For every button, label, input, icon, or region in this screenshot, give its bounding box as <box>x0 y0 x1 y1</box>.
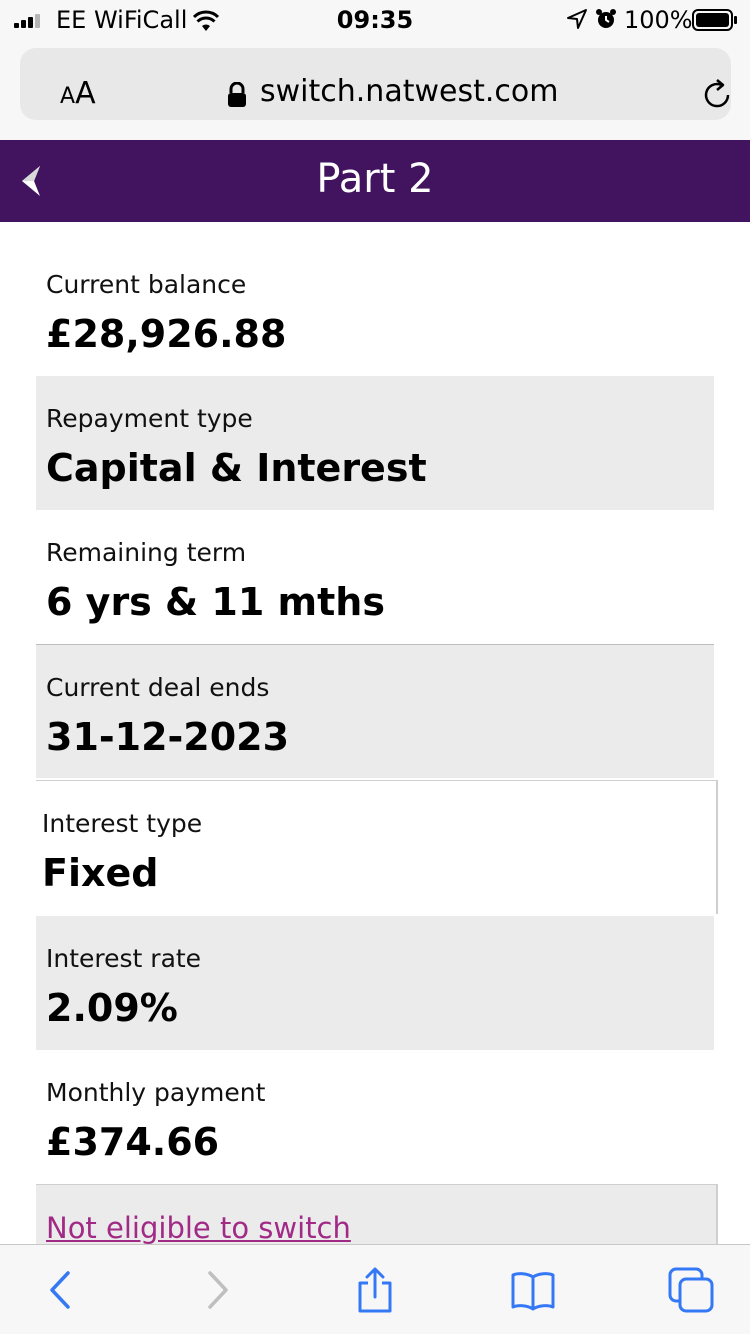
detail-label: Interest type <box>42 809 203 838</box>
detail-row-interest-rate: Interest rate 2.09% <box>36 916 714 1050</box>
detail-row-monthly-payment: Monthly payment £374.66 <box>36 1050 714 1184</box>
detail-label: Interest rate <box>46 944 202 973</box>
detail-row-current-deal-ends: Current deal ends 31-12-2023 <box>36 644 714 778</box>
detail-row-interest-type: Interest type Fixed <box>36 780 718 914</box>
detail-value: Capital & Interest <box>46 446 427 490</box>
app-header: Part 2 <box>0 140 750 222</box>
page-title: Part 2 <box>316 156 434 202</box>
share-icon[interactable] <box>352 1267 398 1313</box>
alarm-icon <box>596 9 616 28</box>
address-bar[interactable]: AA switch.natwest.com <box>20 48 731 120</box>
detail-row-remaining-term: Remaining term 6 yrs & 11 mths <box>36 510 714 644</box>
browser-toolbar <box>0 1244 750 1334</box>
detail-label: Current deal ends <box>46 673 270 702</box>
text-size-button[interactable]: AA <box>60 76 96 111</box>
detail-label: Monthly payment <box>46 1078 266 1107</box>
back-arrow-icon[interactable] <box>38 1267 84 1313</box>
not-eligible-link[interactable]: Not eligible to switch <box>46 1211 351 1245</box>
detail-value: 31-12-2023 <box>46 715 290 759</box>
detail-row-current-balance: Current balance £28,926.88 <box>36 242 714 376</box>
url-text[interactable]: switch.natwest.com <box>260 74 558 109</box>
detail-label: Repayment type <box>46 404 253 433</box>
battery-icon <box>692 9 737 31</box>
detail-label: Remaining term <box>46 538 247 567</box>
detail-value: £28,926.88 <box>46 312 287 356</box>
bookmarks-icon[interactable] <box>510 1267 556 1313</box>
lock-icon <box>228 82 246 107</box>
battery-percent: 100% <box>624 6 693 34</box>
tabs-icon[interactable] <box>668 1267 714 1313</box>
detail-value: 2.09% <box>46 986 178 1030</box>
detail-label: Current balance <box>46 270 247 299</box>
location-arrow-icon <box>567 9 587 29</box>
forward-arrow-icon[interactable] <box>194 1267 240 1313</box>
detail-value: Fixed <box>42 851 159 895</box>
detail-value: 6 yrs & 11 mths <box>46 580 385 624</box>
status-bar: EE WiFiCall 09:35 100% <box>0 0 750 40</box>
browser-address-area: AA switch.natwest.com <box>0 40 750 140</box>
reload-icon[interactable] <box>700 78 734 112</box>
detail-value: £374.66 <box>46 1120 220 1164</box>
detail-row-repayment-type: Repayment type Capital & Interest <box>36 376 714 510</box>
